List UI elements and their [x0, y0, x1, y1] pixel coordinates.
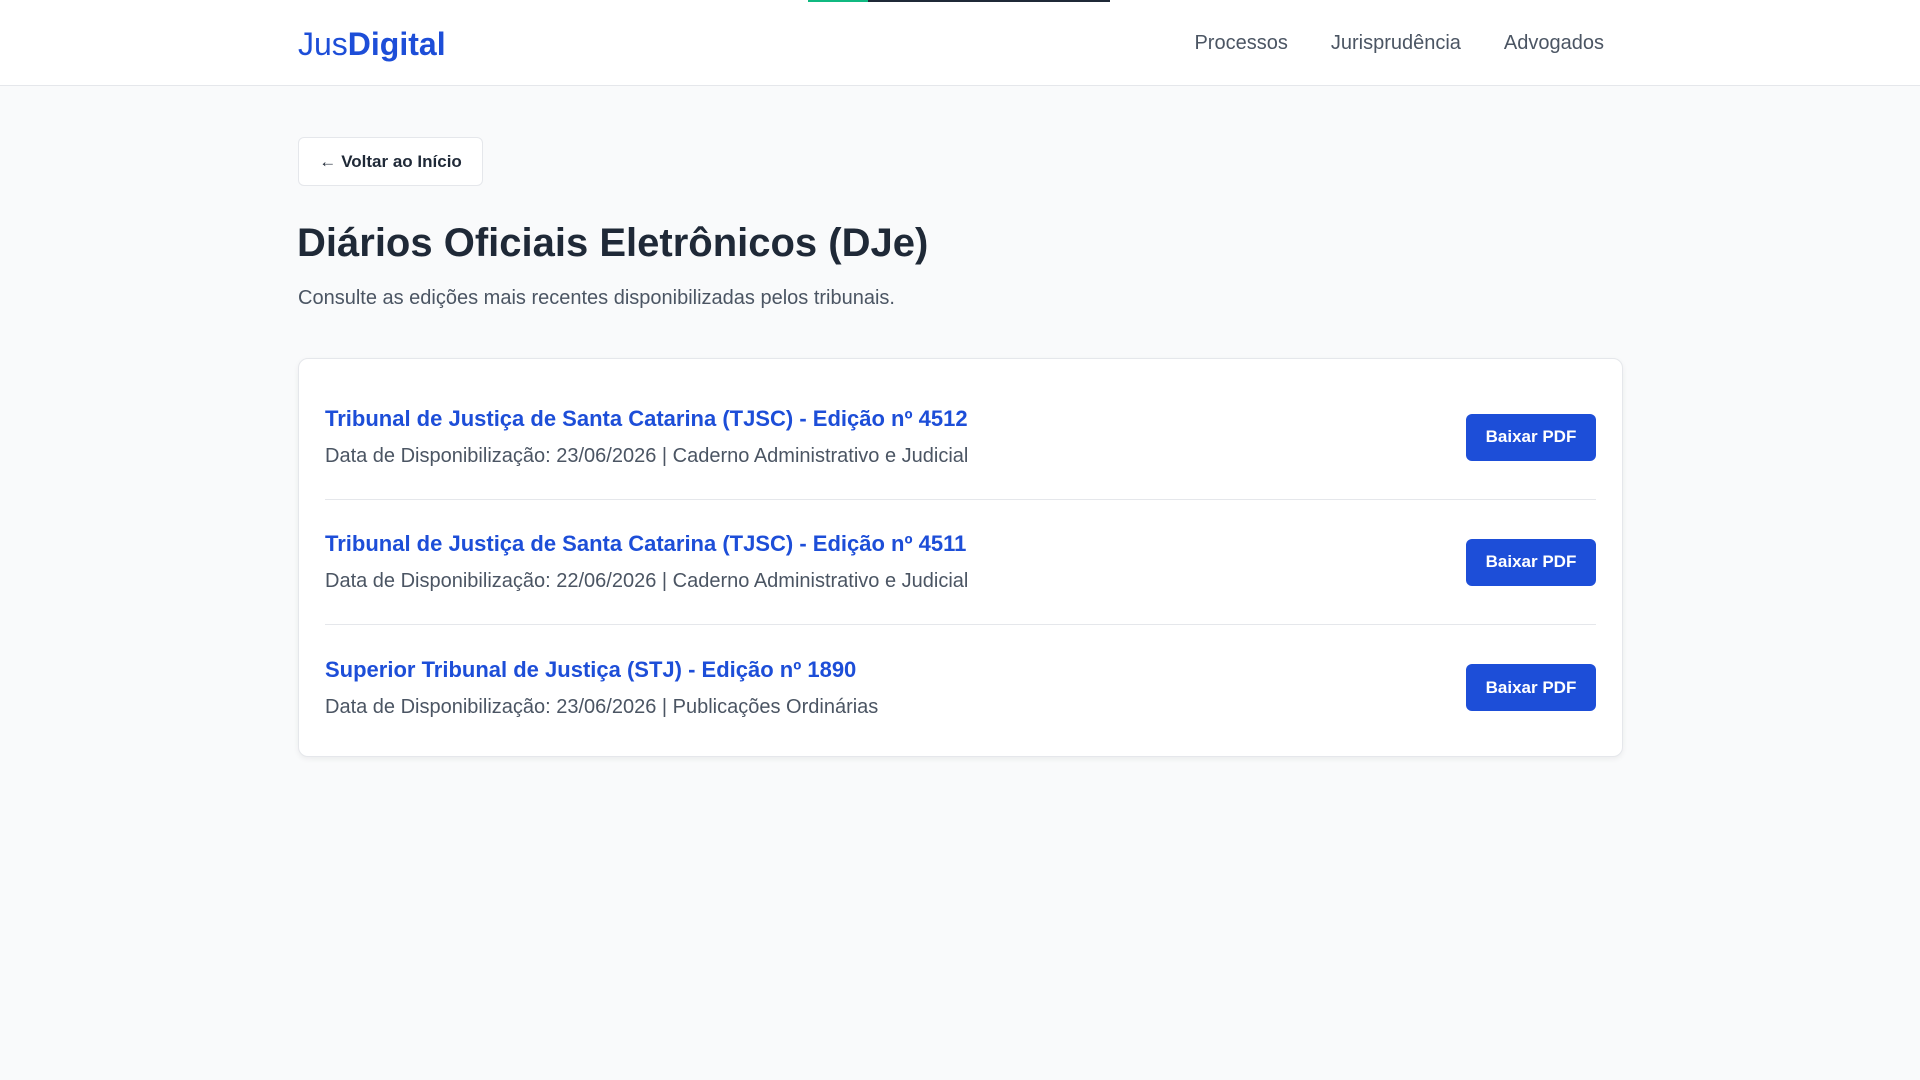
main-nav: Processos Jurisprudência Advogados: [1194, 28, 1604, 58]
logo-text-bold: Digital: [347, 26, 446, 62]
download-pdf-button[interactable]: Baixar PDF: [1466, 413, 1596, 461]
edition-meta: Data de Disponibilização: 23/06/2026 | P…: [325, 695, 879, 718]
edition-row: Superior Tribunal de Justiça (STJ) - Edi…: [325, 625, 1596, 750]
progress-fill: [808, 0, 869, 2]
edition-info: Tribunal de Justiça de Santa Catarina (T…: [325, 529, 968, 595]
logo-text-light: Jus: [298, 26, 348, 62]
left-arrow-icon: ←: [319, 151, 337, 171]
edition-title-link[interactable]: Superior Tribunal de Justiça (STJ) - Edi…: [325, 655, 878, 685]
editions-list-card: Tribunal de Justiça de Santa Catarina (T…: [298, 358, 1623, 757]
nav-link-advogados[interactable]: Advogados: [1504, 28, 1604, 58]
edition-row: Tribunal de Justiça de Santa Catarina (T…: [325, 500, 1596, 625]
edition-info: Tribunal de Justiça de Santa Catarina (T…: [325, 404, 968, 470]
edition-info: Superior Tribunal de Justiça (STJ) - Edi…: [325, 655, 878, 721]
back-to-home-button[interactable]: ← Voltar ao Início: [298, 137, 483, 186]
edition-title-link[interactable]: Tribunal de Justiça de Santa Catarina (T…: [325, 529, 968, 559]
page-progress-bar: [808, 0, 1110, 2]
page-subtitle: Consulte as edições mais recentes dispon…: [298, 287, 895, 309]
nav-link-processos[interactable]: Processos: [1194, 28, 1287, 58]
edition-meta: Data de Disponibilização: 23/06/2026 | C…: [325, 445, 969, 467]
download-pdf-button[interactable]: Baixar PDF: [1466, 664, 1596, 711]
edition-title-link[interactable]: Tribunal de Justiça de Santa Catarina (T…: [325, 404, 968, 434]
download-pdf-button[interactable]: Baixar PDF: [1466, 538, 1596, 586]
page-title: Diários Oficiais Eletrônicos (DJe): [297, 221, 929, 265]
top-navbar: JusDigital Processos Jurisprudência Advo…: [0, 0, 1920, 86]
nav-link-jurisprudencia[interactable]: Jurisprudência: [1331, 28, 1461, 58]
edition-row: Tribunal de Justiça de Santa Catarina (T…: [325, 375, 1596, 500]
logo-link[interactable]: JusDigital: [298, 24, 446, 64]
back-button-label: Voltar ao Início: [341, 151, 462, 171]
edition-meta: Data de Disponibilização: 22/06/2026 | C…: [325, 570, 969, 592]
